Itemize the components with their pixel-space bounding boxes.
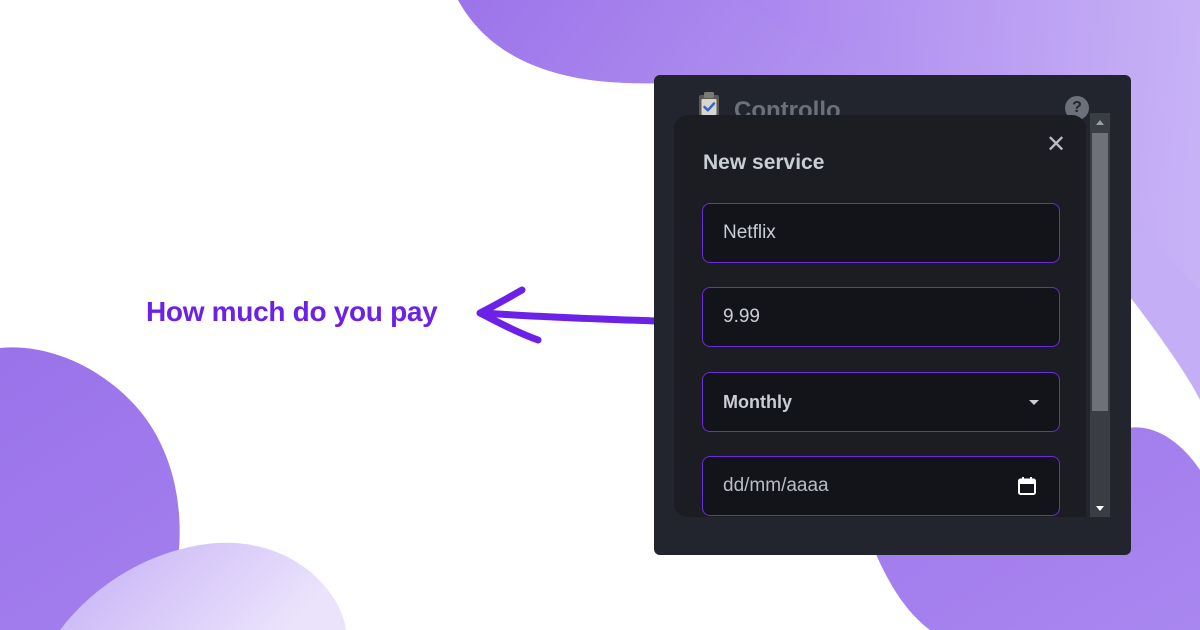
date-placeholder: dd/mm/aaaa	[723, 475, 829, 496]
service-name-input[interactable]: Netflix	[702, 203, 1060, 263]
scrollbar[interactable]	[1090, 113, 1110, 517]
app-window: Controllo ? New service ✕ Netflix 9.99 M…	[654, 75, 1131, 555]
calendar-icon[interactable]	[1017, 476, 1037, 496]
start-date-input[interactable]: dd/mm/aaaa	[702, 456, 1060, 516]
app-header: Controllo ?	[654, 75, 1131, 124]
billing-cycle-select[interactable]: Monthly	[702, 372, 1060, 432]
billing-cycle-value: Monthly	[723, 392, 792, 412]
scroll-down-button[interactable]	[1090, 499, 1110, 517]
new-service-modal: New service ✕ Netflix 9.99 Monthly dd/mm…	[674, 115, 1086, 517]
price-input[interactable]: 9.99	[702, 287, 1060, 347]
close-icon[interactable]: ✕	[1044, 133, 1068, 157]
caret-down-icon	[1029, 400, 1039, 405]
callout-label: How much do you pay	[146, 296, 438, 327]
scroll-thumb[interactable]	[1092, 133, 1108, 411]
promo-canvas: How much do you pay Controllo ? New serv…	[0, 0, 1200, 630]
scroll-up-button[interactable]	[1090, 113, 1110, 131]
modal-title: New service	[703, 151, 825, 174]
